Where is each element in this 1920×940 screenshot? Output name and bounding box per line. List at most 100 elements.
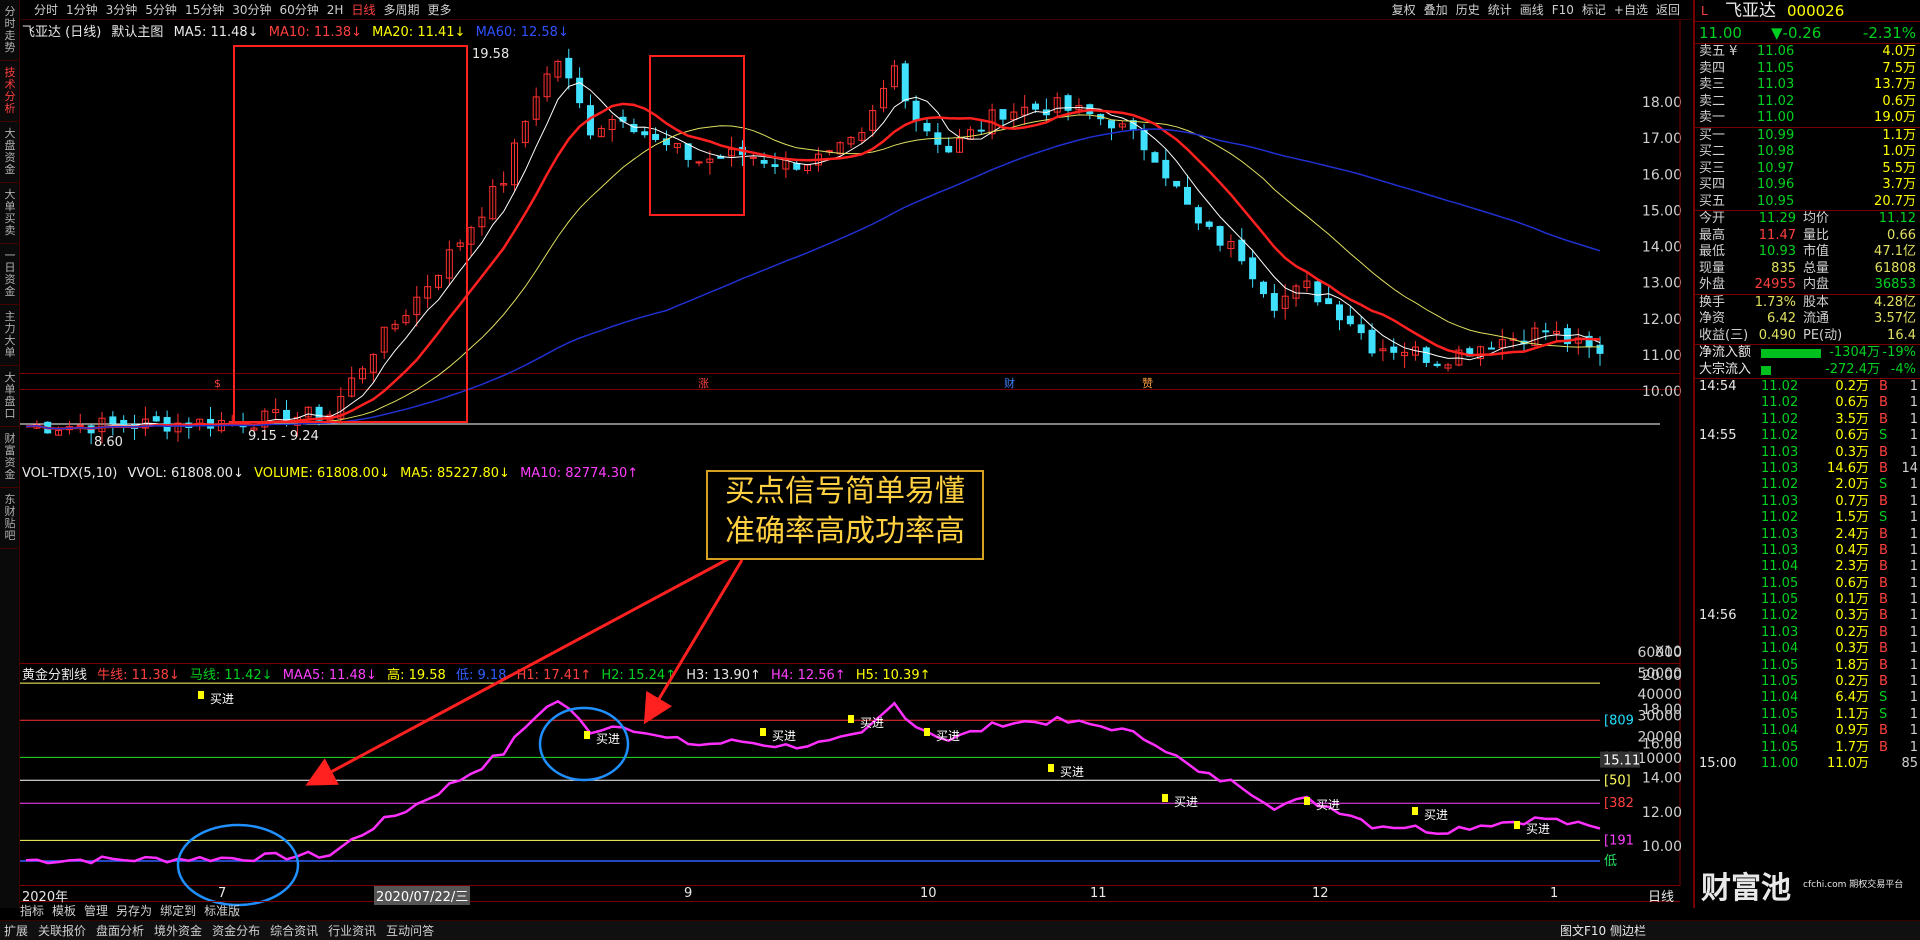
flow-pct-1: -4%: [1890, 361, 1916, 377]
indicator-tab-4[interactable]: 绑定到: [160, 902, 196, 919]
f10-sidebar-link[interactable]: 图文F10 侧边栏: [1560, 921, 1646, 940]
tick-count-2: 1: [1909, 411, 1918, 427]
tick-dir-21: B: [1879, 723, 1888, 739]
stat-row-2-label2: 市值: [1803, 244, 1830, 259]
tick-count-18: 1: [1909, 674, 1918, 690]
tick-price-6: 11.02: [1761, 477, 1799, 493]
tick-price-15: 11.03: [1761, 624, 1799, 640]
tick-price-4: 11.03: [1761, 444, 1799, 460]
stock-code: 000026: [1787, 2, 1845, 20]
tick-count-12: 1: [1909, 575, 1918, 591]
tick-count-14: 1: [1909, 608, 1918, 624]
ma5-line: [25, 82, 1601, 431]
annotation-callout: 买点信号简单易懂 准确率高成功率高: [706, 470, 984, 560]
tick-dir-10: B: [1879, 542, 1888, 558]
tick-count-19: 1: [1909, 690, 1918, 706]
stat2-row-1: 净资 6.42 流通 3.57亿: [1695, 311, 1920, 328]
stat-row-2-value1: 10.93: [1758, 244, 1796, 259]
tick-price-12: 11.05: [1761, 575, 1799, 591]
x-axis: 2020年 2020/07/22/三 日线 7 9 10 11 12 1: [20, 886, 1680, 905]
buy-signal-label-8: 买进: [1424, 808, 1448, 822]
tick-count-8: 1: [1909, 510, 1918, 526]
quote-header: L 飞亚达 000026: [1695, 0, 1920, 22]
gold-side-label-0: [809: [1604, 713, 1634, 728]
bottom-link-1[interactable]: 关联报价: [38, 921, 86, 940]
gold-side-label-2: [50]: [1604, 773, 1631, 788]
candle-body: [1433, 363, 1441, 367]
tick-vol-4: 0.3万: [1835, 444, 1869, 460]
month-label-0: 7: [218, 886, 227, 901]
buy-signal-marker-2: [760, 728, 766, 736]
flow-value-1: -272.4万: [1825, 361, 1880, 377]
stat-row-3-value1: 835: [1771, 260, 1796, 276]
ask-row-0: 卖五 ¥ 11.06 4.0万: [1695, 44, 1920, 61]
tick-row-12: 11.05 0.6万 B 1: [1695, 576, 1920, 592]
bottom-link-3[interactable]: 境外资金: [154, 921, 202, 940]
bid-row-0-price: 10.99: [1757, 127, 1795, 143]
stat-row-2-label1: 最低: [1699, 244, 1726, 259]
tick-dir-13: B: [1879, 592, 1888, 608]
bottom-link-0[interactable]: 扩展: [4, 921, 28, 940]
tick-dir-12: B: [1879, 575, 1888, 591]
ask-row-4: 卖一 11.00 19.0万: [1695, 110, 1920, 127]
indicator-tab-3[interactable]: 另存为: [116, 902, 152, 919]
tick-dir-5: B: [1879, 460, 1888, 476]
highlight-box-1: [233, 45, 468, 423]
stat2-row-0-value2: 4.28亿: [1874, 294, 1916, 310]
tick-vol-11: 2.3万: [1835, 559, 1869, 575]
ask-row-2-label: 卖三: [1699, 77, 1726, 92]
stock-name: 飞亚达: [1725, 1, 1776, 21]
tick-vol-5: 14.6万: [1827, 460, 1869, 476]
tick-count-0: 1: [1909, 379, 1918, 394]
ask-book: 卖五 ¥ 11.06 4.0万 卖四 11.05 7.5万 卖三 11.03 13.7万 卖二 11…: [1695, 44, 1920, 127]
bid-row-4-price: 10.95: [1757, 193, 1795, 209]
stat-row-1-label1: 最高: [1699, 227, 1726, 243]
price-axis-label-2: 16.00: [1642, 167, 1682, 183]
ask-row-2-volume: 13.7万: [1874, 77, 1916, 92]
indicator-tab-1[interactable]: 模板: [52, 902, 76, 919]
gold-side-label-3: [382: [1604, 796, 1634, 811]
tick-vol-1: 0.6万: [1835, 395, 1869, 411]
ask-row-1-label: 卖四: [1699, 60, 1726, 76]
period-tag[interactable]: 日线: [1648, 886, 1674, 905]
indicator-tab-2[interactable]: 管理: [84, 902, 108, 919]
tick-vol-2: 3.5万: [1835, 411, 1869, 427]
event-marker-0: $: [214, 377, 221, 390]
candle-body: [901, 63, 909, 102]
ma60-line: [25, 128, 1601, 430]
watermark-logo: 财富池: [1701, 871, 1791, 906]
buy-signal-label-4: 买进: [936, 729, 960, 743]
tick-count-21: 1: [1909, 723, 1918, 739]
candle-body: [1151, 152, 1159, 163]
tick-dir-6: S: [1879, 477, 1888, 493]
tick-vol-10: 0.4万: [1835, 542, 1869, 558]
tick-dir-11: B: [1879, 559, 1888, 575]
indicator-tabs: 指标 模板 管理 另存为 绑定到 标准版: [20, 902, 248, 920]
tick-time-23: 15:00: [1699, 755, 1737, 771]
bottom-link-7[interactable]: 互动问答: [386, 921, 434, 940]
tick-price-16: 11.04: [1761, 641, 1799, 657]
candle-body: [1032, 103, 1040, 110]
bottom-link-6[interactable]: 行业资讯: [328, 921, 376, 940]
tick-dir-15: B: [1879, 624, 1888, 640]
month-label-4: 12: [1312, 886, 1329, 901]
tick-row-5: 11.03 14.6万 B 14: [1695, 461, 1920, 477]
tick-dir-9: B: [1879, 526, 1888, 542]
price-axis-label-4: 14.00: [1642, 240, 1682, 256]
candle-body: [1325, 298, 1333, 305]
stat2-row-2-label2: PE(动): [1803, 327, 1843, 343]
tick-price-7: 11.03: [1761, 493, 1799, 509]
stat2-row-0: 换手 1.73% 股本 4.28亿: [1695, 295, 1920, 312]
indicator-tab-0[interactable]: 指标: [20, 902, 44, 919]
stat-row-4: 外盘 24955 内盘 36853: [1695, 277, 1920, 294]
bottom-link-4[interactable]: 资金分布: [212, 921, 260, 940]
indicator-tab-5[interactable]: 标准版: [204, 902, 240, 919]
gold-axis-label-4: 12.00: [1642, 805, 1682, 821]
bid-row-1-label: 买二: [1699, 144, 1726, 159]
bottom-link-2[interactable]: 盘面分析: [96, 921, 144, 940]
buy-signal-marker-4: [924, 728, 930, 736]
bottom-link-5[interactable]: 综合资讯: [270, 921, 318, 940]
ask-row-4-price: 11.00: [1757, 110, 1795, 125]
tick-vol-8: 1.5万: [1835, 510, 1869, 526]
tick-row-13: 11.05 0.1万 B 1: [1695, 592, 1920, 608]
